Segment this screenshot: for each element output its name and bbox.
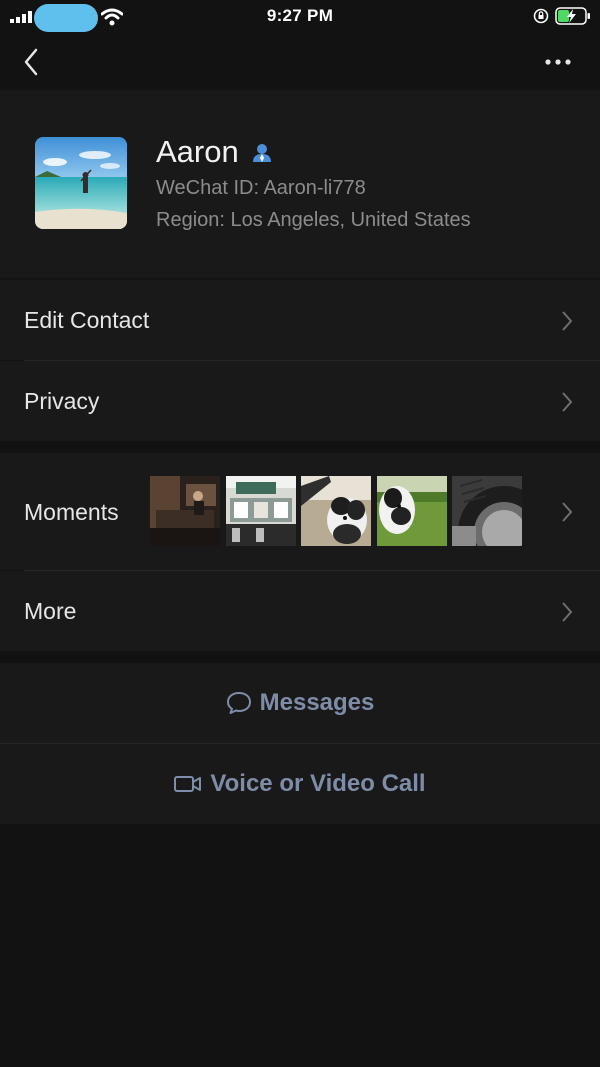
privacy-row[interactable]: Privacy [0,361,600,441]
edit-contact-row[interactable]: Edit Contact [0,280,600,360]
chat-bubble-icon [226,692,251,714]
messages-label: Messages [259,689,375,716]
back-icon[interactable] [18,46,46,78]
status-time: 9:27 PM [266,6,334,25]
video-camera-icon [174,776,202,792]
nav-bar [0,34,600,90]
battery-charging-icon [555,7,590,25]
more-options-icon[interactable] [538,52,578,72]
privacy-label: Privacy [24,388,100,414]
moment-photo-dog-car[interactable] [301,476,371,546]
voice-video-call-button[interactable]: Voice or Video Call [0,744,600,824]
profile-header: Aaron WeChat ID: Aaron-li778 Region: Los… [0,90,600,278]
moment-photo-storefront[interactable] [226,476,296,546]
moment-photo-restaurant[interactable] [150,476,220,546]
messages-button[interactable]: Messages [0,663,600,743]
moment-photo-tire[interactable] [452,476,522,546]
wechat-id: WeChat ID: Aaron-li778 [156,177,366,199]
chevron-right-icon [562,311,573,331]
moment-photo-dog-grass[interactable] [377,476,447,546]
rotation-lock-icon [533,8,549,24]
status-bar: 9:27 PM [0,0,600,32]
moments-label: Moments [24,499,119,525]
region: Region: Los Angeles, United States [156,209,471,231]
more-label: More [24,598,77,624]
chevron-right-icon [562,602,573,622]
avatar[interactable] [35,137,127,229]
contact-name: Aaron [156,134,239,169]
more-row[interactable]: More [0,571,600,651]
call-label: Voice or Video Call [210,770,426,797]
edit-contact-label: Edit Contact [24,307,150,333]
chevron-right-icon [562,392,573,412]
male-gender-icon [252,144,271,162]
chevron-right-icon [562,502,573,522]
